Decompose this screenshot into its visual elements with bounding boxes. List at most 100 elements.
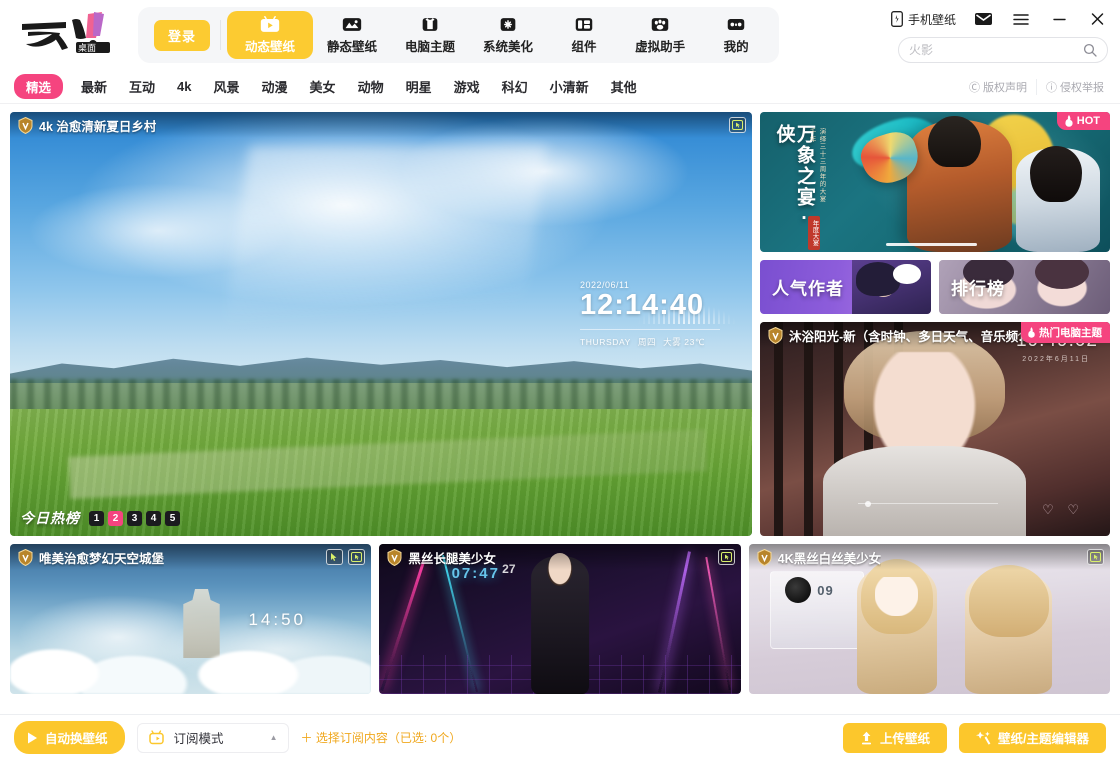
pc-theme-title: 沐浴阳光-新（含时钟、多日天气、音乐频… (789, 329, 1031, 344)
editor-label: 壁纸/主题编辑器 (998, 732, 1089, 746)
page-dot-2[interactable]: 2 (108, 510, 123, 526)
interactive-wallpaper-icon[interactable] (729, 117, 746, 133)
phone-icon (891, 11, 903, 27)
wallpaper-theme-editor-button[interactable]: 壁纸/主题编辑器 (959, 722, 1106, 753)
v-badge-icon (768, 326, 783, 344)
category-tab-interactive[interactable]: 互动 (129, 77, 155, 96)
upload-wallpaper-button[interactable]: 上传壁纸 (843, 722, 948, 753)
menu-button[interactable] (1010, 8, 1032, 30)
category-tab-games[interactable]: 游戏 (454, 77, 480, 96)
category-tab-scifi[interactable]: 科幻 (502, 77, 528, 96)
4k-girls-corner-actions (1086, 549, 1104, 565)
category-tab-scenery[interactable]: 风景 (214, 77, 240, 96)
interactive-wallpaper-icon[interactable] (1086, 549, 1104, 565)
category-tab-4k[interactable]: 4k (177, 79, 191, 94)
pc-theme-promo-card[interactable]: 19:49:02 2022年6月11日 ♡ ♡ 沐浴阳光-新（含时钟、多日天气、… (760, 322, 1110, 536)
4k-girls-clock: 09 (817, 583, 834, 598)
search-box[interactable] (898, 37, 1108, 63)
popular-authors-card[interactable]: 人气作者 (760, 260, 931, 314)
subscribe-mode-select[interactable]: 订阅模式 ▲ (136, 722, 289, 753)
search-icon[interactable] (1083, 43, 1097, 57)
category-tab-other[interactable]: 其他 (611, 77, 637, 96)
page-dot-1[interactable]: 1 (89, 510, 104, 526)
mail-icon (974, 13, 992, 25)
nav-label: 虚拟助手 (635, 39, 686, 54)
category-tab-anime[interactable]: 动漫 (262, 77, 288, 96)
close-button[interactable] (1086, 8, 1108, 30)
nav-label: 动态壁纸 (245, 39, 296, 54)
my-icon (727, 18, 745, 30)
category-tab-newest[interactable]: 最新 (81, 77, 107, 96)
neon-girl-corner-actions (717, 549, 735, 565)
hot-badge: HOT (1056, 112, 1110, 130)
nav-item-pc-theme[interactable]: 电脑主题 (391, 11, 469, 59)
wallpaper-card-4k-girls[interactable]: 09 4K黑丝白丝美少女 (748, 544, 1110, 694)
copyright-statement-link[interactable]: Ⓒ 版权声明 (960, 78, 1037, 95)
top-row: 2022/06/11 12:14:40 THURSDAY 周四 大雾 23℃ (10, 112, 1110, 536)
infringement-report-link[interactable]: ⓘ 侵权举报 (1037, 79, 1106, 95)
hero-title-bar: 4k 治愈清新夏日乡村 (10, 112, 752, 138)
info-icon: ⓘ (1046, 81, 1057, 94)
category-bar: 精选 最新 互动 4k 风景 动漫 美女 动物 明星 游戏 科幻 小清新 其他 … (0, 70, 1120, 104)
hot-pc-theme-label: 热门电脑主题 (1039, 327, 1102, 339)
chevron-up-icon: ▲ (269, 733, 278, 742)
promo-tag: 年度大宴 (808, 216, 820, 250)
mouse-cursor-icon (331, 553, 337, 561)
pc-theme-icon (422, 17, 438, 31)
nav-label: 系统美化 (483, 39, 534, 54)
interactive-wallpaper-icon[interactable] (717, 549, 735, 565)
promo-banner-card[interactable]: 万象之宴·侠 演绎三十三周年的大宴千年 年度大宴 HOT (760, 112, 1110, 252)
nav-label: 我的 (723, 39, 749, 54)
cursor-grid-icon (732, 120, 743, 130)
category-tab-stars[interactable]: 明星 (406, 77, 432, 96)
hamburger-menu-icon (1013, 13, 1029, 25)
search-input[interactable] (909, 43, 1083, 57)
wallpaper-card-sky-castle[interactable]: 14:50 唯美治愈梦幻天空城堡 (10, 544, 372, 694)
sky-castle-title-bar: 唯美治愈梦幻天空城堡 (10, 544, 372, 570)
category-tab-beauty[interactable]: 美女 (310, 77, 336, 96)
app-logo[interactable]: 桌面 (14, 8, 122, 62)
content-area: 2022/06/11 12:14:40 THURSDAY 周四 大雾 23℃ (0, 104, 1120, 714)
category-tab-fresh[interactable]: 小清新 (550, 77, 589, 96)
pc-theme-clock-date: 2022年6月11日 (1022, 356, 1090, 363)
page-dot-4[interactable]: 4 (146, 510, 161, 526)
category-tab-animals[interactable]: 动物 (358, 77, 384, 96)
bottom-toolbar: 自动换壁纸 订阅模式 ▲ ＋ 选择订阅内容（已选: 0个） 上传壁纸 壁纸/主题… (0, 714, 1120, 760)
hero-clock-widget: 2022/06/11 12:14:40 THURSDAY 周四 大雾 23℃ (580, 280, 736, 348)
hero-wallpaper-card[interactable]: 2022/06/11 12:14:40 THURSDAY 周四 大雾 23℃ (10, 112, 752, 536)
clock-weekday-cn: 周四 (637, 337, 657, 347)
interactive-wallpaper-icon[interactable] (348, 549, 366, 565)
auto-change-wallpaper-button[interactable]: 自动换壁纸 (14, 721, 125, 754)
v-badge-icon (387, 548, 402, 566)
pc-theme-music-slider (858, 503, 998, 504)
login-button[interactable]: 登录 (154, 19, 211, 51)
dynamic-wallpaper-icon (260, 15, 280, 32)
hot-badge-label: HOT (1076, 115, 1100, 127)
page-dot-5[interactable]: 5 (165, 510, 180, 526)
hero-light-rays (216, 145, 546, 380)
mail-button[interactable] (972, 8, 994, 30)
nav-label: 组件 (571, 39, 597, 54)
phone-wallpaper-button[interactable]: 手机壁纸 (891, 11, 956, 28)
popular-authors-label: 人气作者 (772, 279, 844, 299)
system-beautify-icon (500, 17, 516, 31)
mouse-interactive-icon[interactable] (326, 549, 344, 565)
select-subscribe-content-link[interactable]: ＋ 选择订阅内容（已选: 0个） (301, 729, 462, 746)
nav-item-system-beautify[interactable]: 系统美化 (469, 11, 547, 59)
wallpaper-card-neon-girl[interactable]: 07:47 27 黑丝长腿美少女 (379, 544, 741, 694)
nav-item-virtual-assistant[interactable]: 虚拟助手 (621, 11, 699, 59)
nav-item-widget[interactable]: 组件 (547, 11, 621, 59)
neon-girl-title-bar: 黑丝长腿美少女 (379, 544, 741, 570)
static-wallpaper-icon (342, 17, 362, 31)
nav-item-static-wallpaper[interactable]: 静态壁纸 (313, 11, 391, 59)
minimize-button[interactable] (1048, 8, 1070, 30)
page-dot-3[interactable]: 3 (127, 510, 142, 526)
top-right-controls: 手机壁纸 (891, 0, 1110, 70)
nav-item-my[interactable]: 我的 (699, 11, 773, 59)
ranking-card[interactable]: 排行榜 (939, 260, 1110, 314)
4k-girls-hair-right (969, 565, 1049, 637)
promo-character-male-hair (928, 116, 981, 167)
category-tab-featured[interactable]: 精选 (14, 74, 64, 99)
nav-item-dynamic-wallpaper[interactable]: 动态壁纸 (227, 11, 314, 59)
hot-rank-label: 今日热榜 (20, 510, 80, 526)
